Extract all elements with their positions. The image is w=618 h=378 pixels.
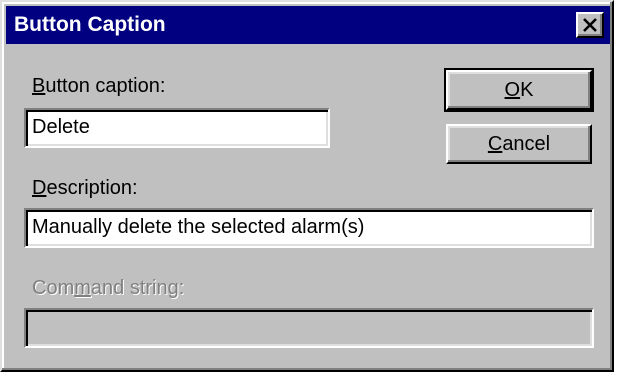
description-label: Description: <box>32 177 138 199</box>
button-caption-field[interactable]: Delete <box>24 108 330 148</box>
cancel-button[interactable]: Cancel <box>446 124 592 164</box>
window-title: Button Caption <box>14 13 166 36</box>
button-caption-dialog: Button Caption Button caption: Delete OK… <box>0 0 614 372</box>
close-x-icon <box>583 18 597 32</box>
title-bar[interactable]: Button Caption <box>6 6 610 44</box>
command-string-label: Command string: <box>32 277 185 299</box>
description-field[interactable]: Manually delete the selected alarm(s) <box>24 208 594 248</box>
button-caption-label: Button caption: <box>32 75 166 97</box>
command-string-field <box>24 308 594 348</box>
ok-button[interactable]: OK <box>444 68 594 112</box>
close-button[interactable] <box>576 12 604 38</box>
